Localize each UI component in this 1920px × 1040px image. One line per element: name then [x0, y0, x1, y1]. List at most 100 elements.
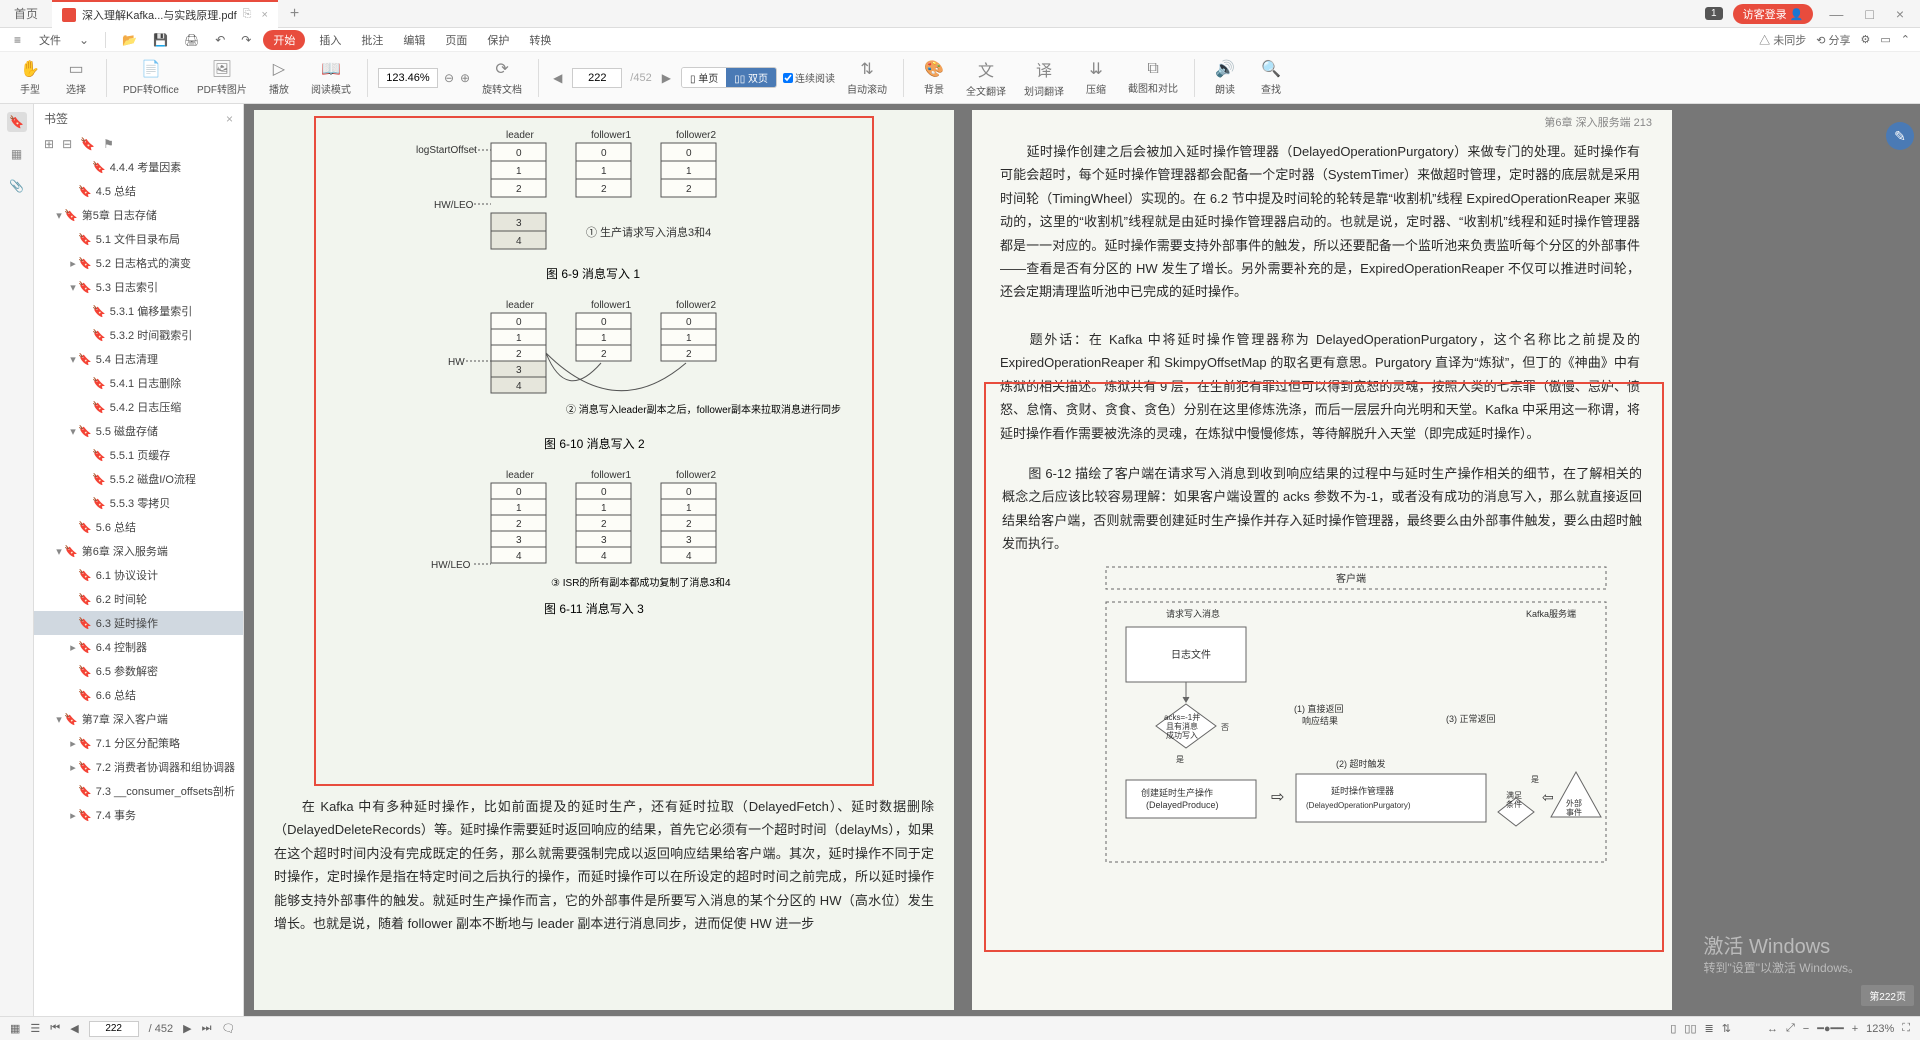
bookmark-item[interactable]: ▾🔖第6章 深入服务端 — [34, 539, 243, 563]
pdf-to-office[interactable]: 📄PDF转Office — [117, 59, 185, 96]
thumbnails-icon[interactable]: ▦ — [10, 1022, 20, 1035]
menu-icon[interactable]: ≡ — [10, 33, 25, 47]
bookmark-item[interactable]: ▾🔖5.4 日志清理 — [34, 347, 243, 371]
view-scroll-icon[interactable]: ⇅ — [1722, 1022, 1731, 1035]
zoom-slider[interactable]: ━●━━ — [1817, 1022, 1844, 1035]
prev-page-icon[interactable]: ◀ — [549, 71, 566, 85]
bookmark-item[interactable]: 🔖5.3.1 偏移量索引 — [34, 299, 243, 323]
file-menu[interactable]: 文件 — [33, 32, 67, 48]
prev-page-status-icon[interactable]: ◀ — [70, 1022, 78, 1035]
outline-icon[interactable]: ☰ — [30, 1022, 40, 1035]
convert-tab[interactable]: 转换 — [523, 32, 557, 48]
bookmark-item[interactable]: 🔖5.5.2 磁盘I/O流程 — [34, 467, 243, 491]
read-mode[interactable]: 📖阅读模式 — [305, 59, 357, 96]
background-button[interactable]: 🎨背景 — [914, 59, 954, 96]
bookmark-panel-icon[interactable]: 🔖 — [7, 112, 27, 132]
bookmark-item[interactable]: 🔖5.1 文件目录布局 — [34, 227, 243, 251]
next-page-status-icon[interactable]: ▶ — [183, 1022, 191, 1035]
continuous-read-checkbox[interactable]: 连续阅读 — [783, 70, 835, 85]
page-tab[interactable]: 页面 — [439, 32, 473, 48]
bookmark-item[interactable]: ▾🔖5.5 磁盘存储 — [34, 419, 243, 443]
fulltext-translate[interactable]: 文全文翻译 — [960, 57, 1012, 98]
bookmark-item[interactable]: 🔖4.5 总结 — [34, 179, 243, 203]
fullscreen-icon[interactable]: ⛶ — [1902, 1022, 1910, 1035]
collapse-ribbon-icon[interactable]: ⌃ — [1901, 33, 1910, 46]
edit-tab[interactable]: 编辑 — [397, 32, 431, 48]
last-page-icon[interactable]: ⏭ — [202, 1022, 212, 1035]
bookmark-flag-icon[interactable]: ⚑ — [103, 137, 114, 151]
bookmark-item[interactable]: ▸🔖7.1 分区分配策略 — [34, 731, 243, 755]
start-tab[interactable]: 开始 — [263, 30, 305, 50]
login-button[interactable]: 访客登录 👤 — [1733, 4, 1814, 24]
undo-icon[interactable]: ↶ — [211, 33, 229, 47]
fit-width-icon[interactable]: ↔ — [1767, 1023, 1778, 1035]
active-tab[interactable]: 深入理解Kafka...与实践原理.pdf ⎘ × — [52, 0, 278, 28]
bookmark-add-icon[interactable]: 🔖 — [80, 137, 95, 151]
autoscroll-button[interactable]: ⇅自动滚动 — [841, 59, 893, 96]
redo-icon[interactable]: ↷ — [237, 33, 255, 47]
bookmark-item[interactable]: 🔖6.1 协议设计 — [34, 563, 243, 587]
share-button[interactable]: ⟲ 分享 — [1816, 32, 1850, 48]
bookmark-item[interactable]: ▾🔖第5章 日志存储 — [34, 203, 243, 227]
annotate-tab[interactable]: 批注 — [355, 32, 389, 48]
minimize-button[interactable]: — — [1823, 6, 1849, 22]
home-tab[interactable]: 首页 — [0, 5, 52, 22]
bookmark-item[interactable]: 🔖6.5 参数解密 — [34, 659, 243, 683]
view-continuous-icon[interactable]: ≣ — [1705, 1022, 1714, 1035]
close-panel-icon[interactable]: × — [226, 112, 233, 126]
save-icon[interactable]: 💾 — [149, 33, 172, 47]
hand-tool[interactable]: ✋手型 — [10, 59, 50, 96]
play-button[interactable]: ▷播放 — [259, 59, 299, 96]
fit-page-icon[interactable]: ⤢ — [1786, 1022, 1795, 1035]
view-single-icon[interactable]: ▯ — [1670, 1022, 1676, 1035]
bookmark-item[interactable]: 🔖7.3 __consumer_offsets剖析 — [34, 779, 243, 803]
collapse-all-icon[interactable]: ⊟ — [62, 137, 72, 151]
bookmark-item[interactable]: 🔖6.3 延时操作 — [34, 611, 243, 635]
zoom-out-status-icon[interactable]: − — [1803, 1023, 1809, 1035]
add-tab-button[interactable]: + — [278, 5, 311, 23]
bookmark-item[interactable]: ▾🔖第7章 深入客户端 — [34, 707, 243, 731]
status-page-input[interactable] — [89, 1021, 139, 1037]
zoom-in-icon[interactable]: ⊕ — [460, 71, 470, 85]
close-icon[interactable]: × — [261, 9, 267, 21]
select-tool[interactable]: ▭选择 — [56, 59, 96, 96]
word-translate[interactable]: 译划词翻译 — [1018, 57, 1070, 98]
bookmark-item[interactable]: 🔖5.4.2 日志压缩 — [34, 395, 243, 419]
maximize-button[interactable]: □ — [1859, 6, 1879, 22]
page-input[interactable] — [572, 68, 622, 88]
thumbnail-panel-icon[interactable]: ▦ — [7, 144, 27, 164]
zoom-in-status-icon[interactable]: + — [1852, 1023, 1858, 1035]
zoom-input[interactable] — [378, 68, 438, 88]
bookmark-item[interactable]: 🔖6.6 总结 — [34, 683, 243, 707]
bookmark-item[interactable]: 🔖5.5.3 零拷贝 — [34, 491, 243, 515]
bookmark-item[interactable]: ▸🔖5.2 日志格式的演变 — [34, 251, 243, 275]
attachment-panel-icon[interactable]: 📎 — [7, 176, 27, 196]
read-aloud-button[interactable]: 🔊朗读 — [1205, 59, 1245, 96]
open-icon[interactable]: 📂 — [118, 33, 141, 47]
pdf-to-image[interactable]: 🖼PDF转图片 — [191, 59, 253, 96]
insert-tab[interactable]: 插入 — [313, 32, 347, 48]
assistant-float-icon[interactable]: ✎ — [1886, 122, 1914, 150]
document-view[interactable]: leader follower1 follower2 logStartOffse… — [244, 104, 1920, 1016]
bookmark-item[interactable]: 🔖5.3.2 时间戳索引 — [34, 323, 243, 347]
protect-tab[interactable]: 保护 — [481, 32, 515, 48]
first-page-icon[interactable]: ⏮ — [50, 1022, 60, 1035]
bookmark-item[interactable]: 🔖5.4.1 日志删除 — [34, 371, 243, 395]
rotate-button[interactable]: ⟳旋转文档 — [476, 59, 528, 96]
print-icon[interactable]: 🖨 — [180, 33, 203, 47]
settings-icon[interactable]: ⚙ — [1861, 33, 1871, 46]
bookmark-item[interactable]: ▸🔖7.4 事务 — [34, 803, 243, 827]
view-double-icon[interactable]: ▯▯ — [1684, 1022, 1696, 1035]
screenshot-button[interactable]: ⧉截图和对比 — [1122, 60, 1184, 95]
bookmark-item[interactable]: ▸🔖7.2 消费者协调器和组协调器 — [34, 755, 243, 779]
expand-all-icon[interactable]: ⊞ — [44, 137, 54, 151]
bookmark-item[interactable]: ▸🔖6.4 控制器 — [34, 635, 243, 659]
chevron-down-icon[interactable]: ⌄ — [75, 33, 93, 47]
bookmark-item[interactable]: 🔖5.5.1 页缓存 — [34, 443, 243, 467]
bookmark-item[interactable]: 🔖5.6 总结 — [34, 515, 243, 539]
notification-badge[interactable]: 1 — [1705, 7, 1723, 20]
double-page-option[interactable]: ▯▯ 双页 — [726, 68, 776, 87]
bookmark-item[interactable]: 🔖4.4.4 考量因素 — [34, 155, 243, 179]
find-button[interactable]: 🔍查找 — [1251, 59, 1291, 96]
bookmark-item[interactable]: ▾🔖5.3 日志索引 — [34, 275, 243, 299]
